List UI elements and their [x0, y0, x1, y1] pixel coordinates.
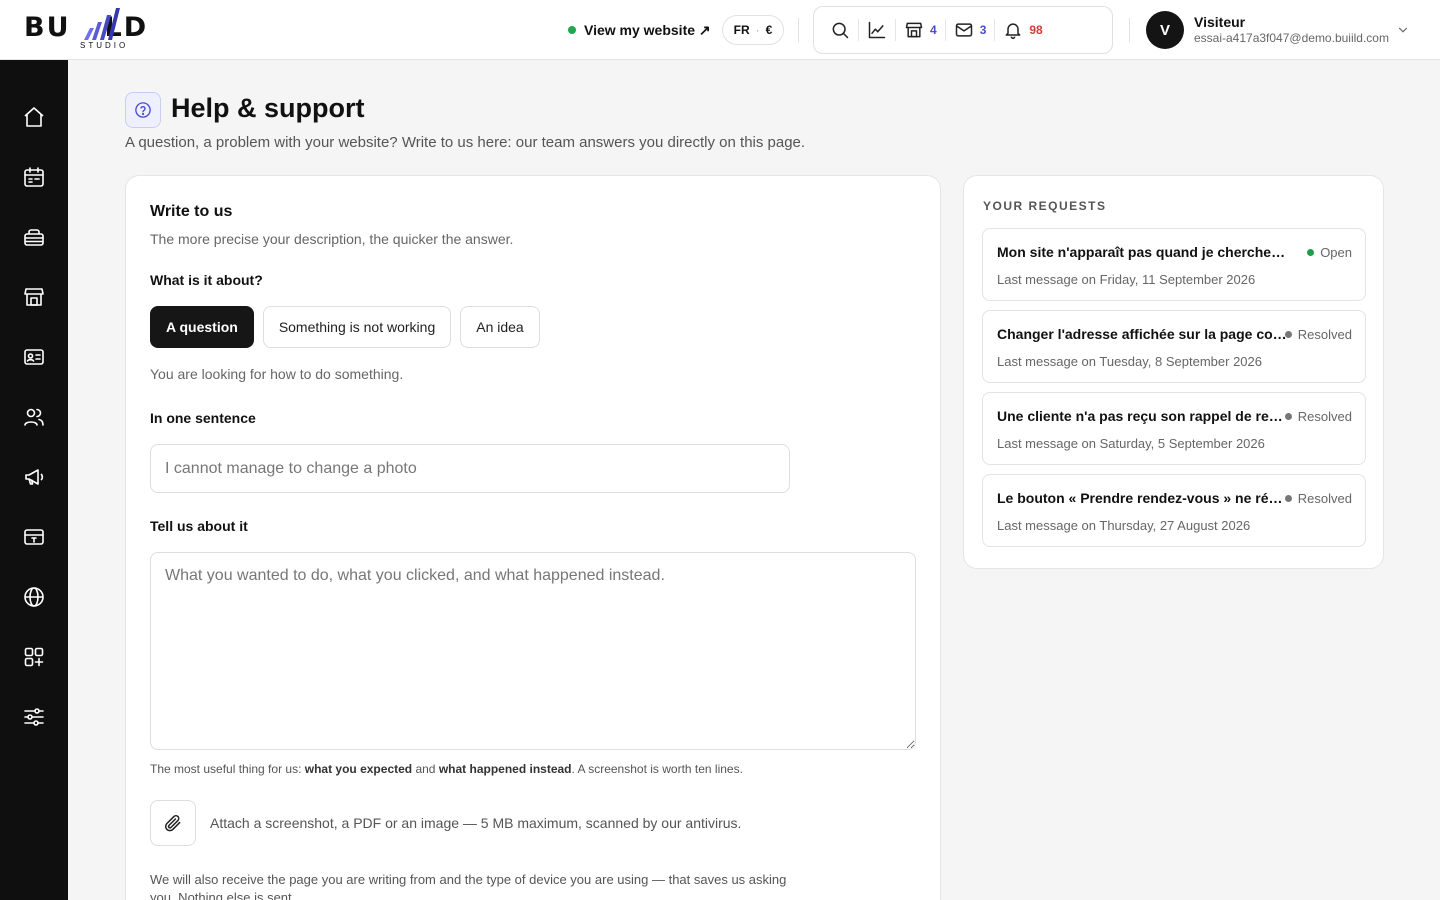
sidebar-item-marketing[interactable] — [14, 457, 54, 497]
status-dot — [1284, 331, 1292, 338]
details-label: Tell us about it — [150, 518, 248, 534]
calendar-icon — [24, 167, 44, 187]
sidebar-item-home[interactable] — [14, 97, 54, 137]
request-last-message: Last message on Tuesday, 8 September 202… — [997, 354, 1262, 369]
request-subject: Le bouton « Prendre rendez-vous » ne rép… — [997, 490, 1287, 506]
request-last-message: Last message on Saturday, 5 September 20… — [997, 436, 1265, 451]
sentence-label: In one sentence — [150, 410, 256, 426]
bell-icon — [1005, 23, 1021, 40]
top-bar: BULD STUDIO View my website ↗ FR · € 4 — [0, 0, 1440, 60]
logo-bars-icon — [84, 8, 120, 40]
status-dot — [1284, 413, 1292, 420]
details-textarea[interactable] — [150, 552, 916, 750]
topic-not-working-button[interactable]: Something is not working — [262, 306, 452, 348]
search-icon — [832, 22, 849, 39]
store-icon — [905, 22, 923, 38]
search-button[interactable] — [822, 14, 858, 46]
view-website-label: View my website ↗ — [584, 21, 711, 38]
toolbar-group: 4 3 98 — [813, 6, 1113, 54]
mail-icon — [955, 23, 972, 37]
status-badge: Resolved — [1284, 327, 1352, 342]
language-currency-selector[interactable]: FR · € — [722, 15, 784, 45]
contact-card-icon — [24, 349, 44, 365]
attach-file-button[interactable] — [150, 800, 196, 846]
user-name: Visiteur — [1194, 14, 1246, 30]
your-requests-panel: YOUR REQUESTS Mon site n'apparaît pas qu… — [963, 175, 1384, 569]
globe-icon — [24, 587, 44, 607]
users-icon — [24, 408, 44, 426]
attach-description: Attach a screenshot, a PDF or an image —… — [210, 815, 742, 831]
question-circle-icon — [135, 102, 151, 118]
request-item[interactable]: Le bouton « Prendre rendez-vous » ne rép… — [982, 474, 1366, 547]
services-icon — [24, 229, 44, 246]
language-code: FR — [733, 23, 750, 37]
sidebar-item-services[interactable] — [14, 217, 54, 257]
store-icon — [24, 288, 44, 306]
summary-input[interactable] — [150, 444, 790, 493]
messages-count: 3 — [979, 23, 987, 37]
logo-subtitle: STUDIO — [80, 41, 129, 50]
request-last-message: Last message on Friday, 11 September 202… — [997, 272, 1256, 287]
request-item[interactable]: Une cliente n'a pas reçu son rappel de r… — [982, 392, 1366, 465]
payment-card-icon — [24, 529, 44, 545]
write-to-us-card: Write to us The more precise your descri… — [125, 175, 941, 900]
form-subtitle: The more precise your description, the q… — [150, 231, 514, 247]
notifications-button[interactable]: 98 — [995, 14, 1050, 46]
messages-button[interactable]: 3 — [946, 14, 995, 46]
request-item[interactable]: Mon site n'apparaît pas quand je cherche… — [982, 228, 1366, 301]
online-status-dot — [568, 26, 576, 34]
apps-icon — [24, 647, 44, 667]
analytics-button[interactable] — [859, 14, 895, 46]
line-chart-icon — [868, 21, 886, 39]
stores-button[interactable]: 4 — [896, 14, 945, 46]
logo-text-left: BU — [24, 12, 71, 43]
request-last-message: Last message on Thursday, 27 August 2026 — [997, 518, 1251, 533]
user-email: essai-a417a3f047@demo.buiild.com — [1194, 31, 1389, 45]
view-website-link[interactable]: View my website ↗ — [568, 18, 711, 42]
sidebar-item-settings[interactable] — [14, 697, 54, 737]
sidebar-item-calendar[interactable] — [14, 157, 54, 197]
sidebar — [0, 60, 68, 900]
currency-symbol: € — [765, 23, 773, 37]
status-dot — [1284, 495, 1292, 502]
details-helper-text: The most useful thing for us: what you e… — [150, 762, 743, 776]
topic-hint: You are looking for how to do something. — [150, 366, 404, 382]
paperclip-icon — [164, 814, 181, 832]
page-subtitle: A question, a problem with your website?… — [125, 134, 806, 151]
form-title: Write to us — [150, 203, 233, 220]
megaphone-icon — [25, 469, 44, 485]
divider — [1129, 18, 1130, 42]
requests-title: YOUR REQUESTS — [983, 199, 1107, 213]
sidebar-item-apps[interactable] — [14, 637, 54, 677]
sidebar-item-users[interactable] — [14, 397, 54, 437]
user-menu[interactable]: V Visiteur essai-a417a3f047@demo.buiild.… — [1146, 11, 1416, 49]
settings-sliders-icon — [24, 708, 44, 726]
sidebar-item-store[interactable] — [14, 277, 54, 317]
request-subject: Une cliente n'a pas reçu son rappel de r… — [997, 408, 1287, 424]
avatar: V — [1146, 11, 1184, 49]
notifications-count: 98 — [1029, 23, 1043, 37]
topic-question-button[interactable]: A question — [150, 306, 254, 348]
topic-selector: A question Something is not working An i… — [150, 306, 540, 348]
privacy-footnote: We will also receive the page you are wr… — [150, 872, 787, 900]
request-subject: Changer l'adresse affichée sur la page c… — [997, 326, 1287, 342]
request-subject: Mon site n'apparaît pas quand je cherche… — [997, 244, 1287, 260]
sidebar-item-payments[interactable] — [14, 517, 54, 557]
status-badge: Open — [1307, 245, 1352, 260]
stores-count: 4 — [930, 23, 937, 37]
brand-logo[interactable]: BU LD STUDIO — [24, 8, 184, 52]
status-dot — [1307, 249, 1315, 256]
sidebar-item-contacts[interactable] — [14, 337, 54, 377]
topic-idea-button[interactable]: An idea — [460, 306, 540, 348]
home-icon — [24, 107, 44, 127]
chevron-down-icon — [1398, 27, 1408, 33]
status-badge: Resolved — [1284, 491, 1352, 506]
request-item[interactable]: Changer l'adresse affichée sur la page c… — [982, 310, 1366, 383]
help-icon-badge — [125, 92, 161, 128]
status-badge: Resolved — [1284, 409, 1352, 424]
sidebar-item-website[interactable] — [14, 577, 54, 617]
divider — [798, 18, 799, 42]
topic-label: What is it about? — [150, 272, 263, 288]
page-title: Help & support — [171, 93, 365, 123]
